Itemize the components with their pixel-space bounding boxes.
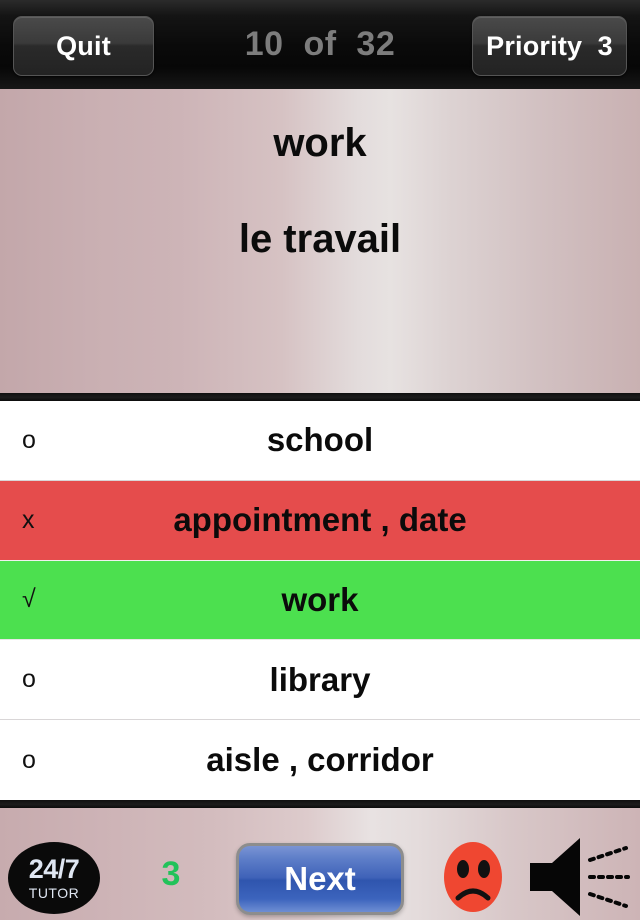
answer-row[interactable]: x appointment , date [0, 480, 640, 561]
answer-row[interactable]: o school [0, 401, 640, 481]
answer-marker: o [22, 665, 36, 694]
quit-button[interactable]: Quit [13, 16, 154, 76]
prompt-translation: le travail [238, 217, 402, 261]
answer-marker: o [22, 425, 36, 454]
answer-label: work [281, 580, 359, 618]
answer-marker: o [22, 745, 36, 774]
score-counter: 3 [161, 855, 181, 893]
tutor-logo-primary: 24/7 [28, 854, 80, 884]
tutor-logo-secondary: TUTOR [28, 885, 80, 901]
answer-label: aisle , corridor [206, 741, 434, 779]
quiz-screen: 10 of 32 Quit Priority 3 work le travail… [0, 0, 640, 920]
answer-row[interactable]: √ work [0, 560, 640, 641]
answer-list: o school x appointment , date √ work o l… [0, 401, 640, 800]
answer-label: appointment , date [173, 501, 467, 539]
prompt-panel: work le travail [0, 89, 640, 393]
next-button[interactable]: Next [236, 843, 404, 915]
priority-button[interactable]: Priority 3 [472, 16, 627, 76]
divider-top [0, 393, 640, 401]
answer-marker: x [22, 505, 35, 534]
answer-label: library [269, 660, 371, 698]
answer-label: school [266, 421, 374, 459]
answer-row[interactable]: o library [0, 640, 640, 721]
prompt-term: work [273, 121, 367, 165]
speaker-icon[interactable] [528, 836, 634, 918]
answer-row[interactable]: o aisle , corridor [0, 720, 640, 800]
tutor-logo: 24/7 TUTOR [8, 842, 100, 914]
top-bar: 10 of 32 Quit Priority 3 [0, 0, 640, 89]
answer-marker: √ [22, 585, 36, 614]
divider-bottom [0, 800, 640, 808]
sad-face-icon [444, 842, 502, 912]
